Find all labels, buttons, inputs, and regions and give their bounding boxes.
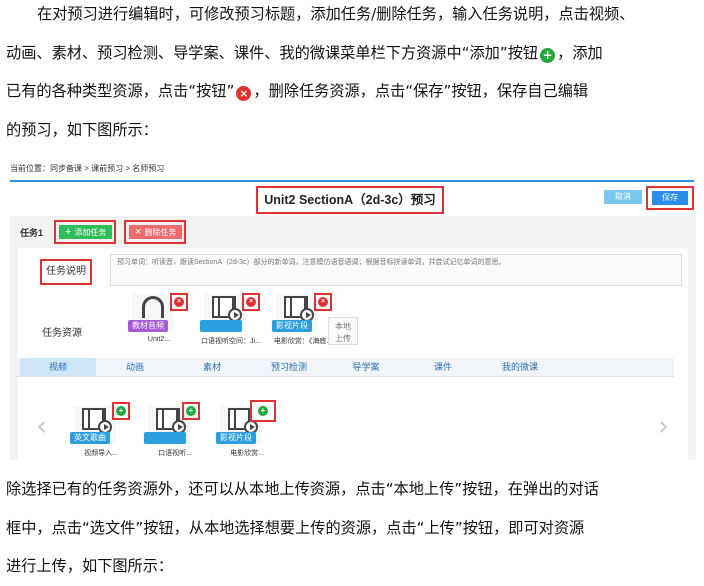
intro-paragraph: 在对预习进行编辑时，可修改预习标题，添加任务/删除任务，输入任务说明，点击视频、… bbox=[6, 0, 698, 149]
resource-caption: 口语视听... bbox=[158, 450, 192, 457]
task-description-input[interactable]: 预习单词：听读音，跟读SectionA（2d-3c）部分的新单词，注意模仿语音语… bbox=[110, 254, 682, 286]
outro-line-1: 除选择已有的任务资源外，还可以从本地上传资源，点击“本地上传”按钮，在弹出的对话 bbox=[6, 480, 599, 498]
resource-tag bbox=[144, 432, 186, 444]
remove-circle-icon: × bbox=[236, 86, 252, 101]
tab-video[interactable]: 视频 bbox=[20, 358, 96, 376]
resource-caption: 电影欣赏... bbox=[230, 450, 264, 457]
headphones-icon bbox=[142, 296, 164, 318]
resource-caption: 口语视听空间：Ji... bbox=[201, 338, 261, 345]
outro-line-2: 框中，点击“选文件”按钮，从本地选择想要上传的资源，点击“上传”按钮，即可对资源 bbox=[6, 518, 585, 537]
breadcrumb: 当前位置：同步备课 > 课前预习 > 名师预习 bbox=[10, 164, 165, 173]
task-panel: 任务1 + 添加任务 × 删除任务 任务说明 预习单词：听读音，跟读SectionA… bbox=[10, 216, 696, 460]
add-highlight: + bbox=[112, 402, 130, 420]
tab-my-microlesson[interactable]: 我的微课 bbox=[482, 358, 558, 376]
outro-line-3: 进行上传，如下图所示： bbox=[6, 557, 174, 575]
resource-caption: 电影欣赏：《海底... bbox=[273, 338, 333, 345]
add-resource-icon[interactable]: + bbox=[116, 406, 126, 416]
tab-material[interactable]: 素材 bbox=[174, 358, 250, 376]
resource-tag: 影视片段 bbox=[272, 320, 312, 332]
add-task-label: 添加任务 bbox=[74, 228, 107, 237]
local-upload-label-1: 本地 bbox=[335, 322, 351, 331]
close-icon: × bbox=[135, 226, 142, 238]
remove-highlight: × bbox=[314, 293, 332, 311]
remove-resource-icon[interactable]: × bbox=[246, 297, 256, 307]
task-resources-label: 任务资源 bbox=[42, 328, 82, 339]
intro-line-3-text: 已有的各种类型资源，点击“按钮” bbox=[6, 82, 235, 100]
remove-highlight: × bbox=[242, 293, 260, 311]
resource-tag bbox=[200, 320, 242, 332]
intro-line-4: 的预习，如下图所示： bbox=[6, 120, 158, 139]
tab-study-guide[interactable]: 导学案 bbox=[328, 358, 404, 376]
resource-caption: 视频导入... bbox=[84, 450, 118, 457]
add-highlight: + bbox=[182, 402, 200, 420]
tab-preview-test[interactable]: 预习检测 bbox=[251, 358, 327, 376]
remove-resource-icon[interactable]: × bbox=[174, 297, 184, 307]
add-task-highlight: + 添加任务 bbox=[54, 220, 116, 244]
save-highlight: 保存 bbox=[646, 186, 694, 210]
tab-animation[interactable]: 动画 bbox=[97, 358, 173, 376]
local-upload-button[interactable]: 本地 上传 bbox=[328, 317, 358, 345]
add-resource-icon[interactable]: + bbox=[186, 406, 196, 416]
remove-resource-icon[interactable]: × bbox=[318, 297, 328, 307]
task-label: 任务1 bbox=[20, 228, 44, 238]
delete-task-button[interactable]: × 删除任务 bbox=[129, 225, 183, 239]
resource-tag: 教材音频 bbox=[128, 320, 168, 332]
prev-arrow-icon[interactable]: ‹ bbox=[36, 412, 47, 440]
resource-tabs: 视频 动画 素材 预习检测 导学案 课件 我的微课 bbox=[16, 358, 674, 377]
intro-line-3-tail: ，删除任务资源，点击“保存”按钮，保存自己编辑 bbox=[253, 82, 589, 100]
add-highlight: + bbox=[250, 400, 276, 422]
plus-icon: + bbox=[65, 226, 72, 238]
add-circle-icon: + bbox=[540, 47, 556, 63]
remove-highlight: × bbox=[170, 293, 188, 311]
outro-paragraph: 除选择已有的任务资源外，还可以从本地上传资源，点击“本地上传”按钮，在弹出的对话… bbox=[6, 470, 698, 586]
tab-courseware[interactable]: 课件 bbox=[405, 358, 481, 376]
intro-line-1: 在对预习进行编辑时，可修改预习标题，添加任务/删除任务，输入任务说明，点击视频、 bbox=[37, 5, 635, 23]
intro-line-2-text: 动画、素材、预习检测、导学案、课件、我的微课菜单栏下方资源中“添加”按钮 bbox=[6, 43, 539, 62]
delete-task-highlight: × 删除任务 bbox=[124, 220, 186, 244]
add-task-button[interactable]: + 添加任务 bbox=[59, 225, 113, 239]
cancel-button[interactable]: 取消 bbox=[604, 190, 642, 204]
resource-tag: 英文歌曲 bbox=[70, 432, 110, 444]
intro-line-2-tail: ，添加 bbox=[557, 43, 603, 62]
save-button[interactable]: 保存 bbox=[652, 191, 688, 205]
resource-caption: Unit2... bbox=[147, 336, 171, 343]
intro-line-2: 动画、素材、预习检测、导学案、课件、我的微课菜单栏下方资源中“添加”按钮 + ，添加 bbox=[6, 34, 698, 73]
preview-title-input[interactable]: Unit2 SectionA（2d-3c）预习 bbox=[256, 186, 444, 214]
add-resource-icon[interactable]: + bbox=[258, 406, 268, 416]
preview-editor-screenshot: 当前位置：同步备课 > 课前预习 > 名师预习 Unit2 SectionA（2… bbox=[8, 160, 698, 460]
task-description-label: 任务说明 bbox=[40, 259, 92, 285]
intro-line-3: 已有的各种类型资源，点击“按钮” × ，删除任务资源，点击“保存”按钮，保存自己编辑 bbox=[6, 72, 698, 111]
resource-tag: 影视片段 bbox=[216, 432, 256, 444]
local-upload-label-2: 上传 bbox=[335, 334, 351, 343]
header-divider bbox=[10, 180, 694, 182]
delete-task-label: 删除任务 bbox=[144, 228, 177, 237]
next-arrow-icon[interactable]: › bbox=[658, 412, 669, 440]
